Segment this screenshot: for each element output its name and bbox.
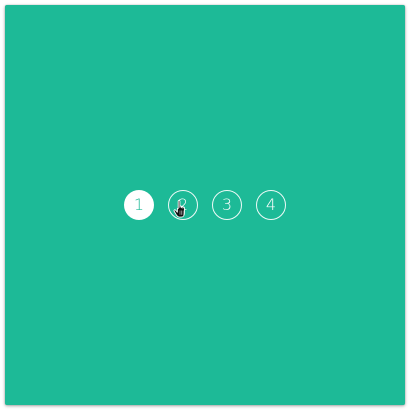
page-dot-2[interactable]: 2 xyxy=(168,190,198,220)
slide-panel: 1 2 3 4 xyxy=(5,5,405,405)
pagination-dots: 1 2 3 4 xyxy=(124,190,286,220)
page-dot-3[interactable]: 3 xyxy=(212,190,242,220)
page-dot-4[interactable]: 4 xyxy=(256,190,286,220)
page-dot-1[interactable]: 1 xyxy=(124,190,154,220)
